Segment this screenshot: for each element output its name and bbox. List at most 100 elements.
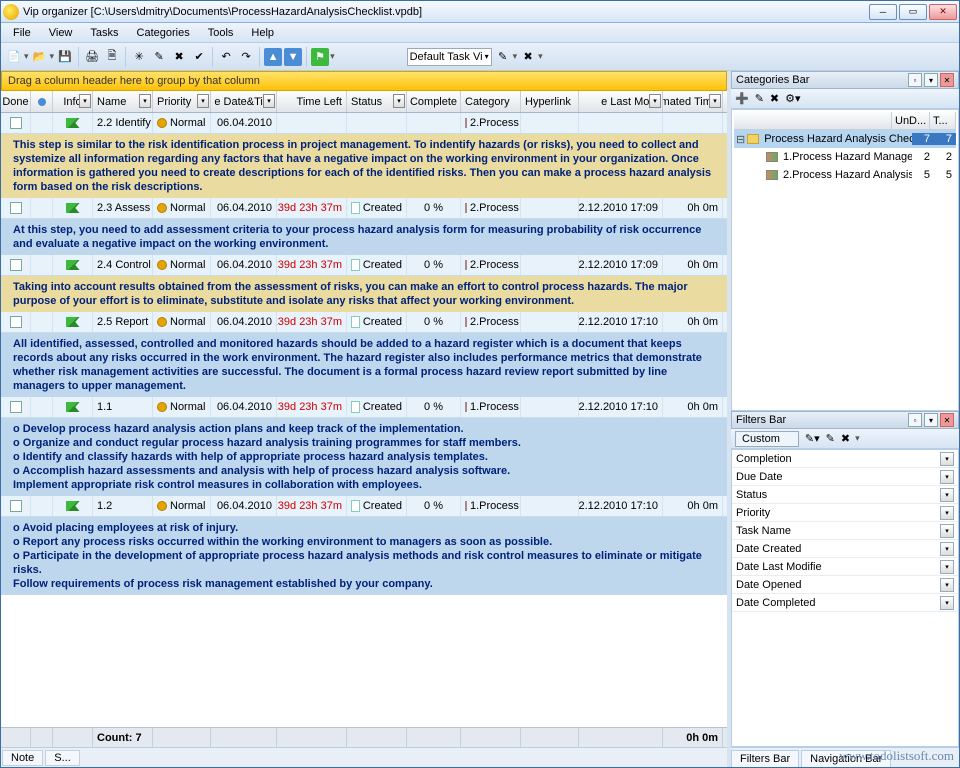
- print-preview-icon[interactable]: 🗎: [103, 48, 121, 66]
- done-checkbox[interactable]: [10, 259, 22, 271]
- col-name[interactable]: Name▾: [93, 91, 153, 112]
- col-estimated[interactable]: stimated Time▾: [663, 91, 723, 112]
- dropdown-icon[interactable]: ▾: [197, 94, 209, 108]
- col-status[interactable]: Status▾: [347, 91, 407, 112]
- edit-task-icon[interactable]: ✎: [150, 48, 168, 66]
- category-row[interactable]: ⊟Process Hazard Analysis Chec77: [734, 130, 956, 148]
- filter-row[interactable]: Date Opened▾: [732, 576, 958, 594]
- pane-close-icon[interactable]: ✕: [940, 73, 954, 87]
- dropdown-icon[interactable]: ▾: [940, 578, 954, 592]
- dropdown-icon[interactable]: ▾: [940, 452, 954, 466]
- dropdown-icon[interactable]: ▾: [709, 94, 721, 108]
- status-tab-note[interactable]: Note: [2, 750, 43, 766]
- print-icon[interactable]: 🖨: [83, 48, 101, 66]
- status-tab-s[interactable]: S...: [45, 750, 80, 766]
- col-complete[interactable]: Complete: [407, 91, 461, 112]
- filter-row[interactable]: Status▾: [732, 486, 958, 504]
- nav-down-icon[interactable]: ▼: [284, 48, 302, 66]
- dropdown-icon[interactable]: ▾: [940, 542, 954, 556]
- open-folder-icon[interactable]: 📂: [31, 48, 49, 66]
- col-info[interactable]: Info▾: [53, 91, 93, 112]
- cat-opts-icon[interactable]: ⚙▾: [785, 92, 800, 105]
- task-row[interactable]: 1.2Normal06.04.2010-239d 23h 37mCreated0…: [1, 496, 727, 517]
- filter-row[interactable]: Date Created▾: [732, 540, 958, 558]
- pane-close-icon[interactable]: ✕: [940, 413, 954, 427]
- dropdown-icon[interactable]: ▾: [940, 596, 954, 610]
- dropdown-icon[interactable]: ▾: [79, 94, 91, 108]
- done-checkbox[interactable]: [10, 316, 22, 328]
- filter-row[interactable]: Task Name▾: [732, 522, 958, 540]
- filter-row[interactable]: Date Last Modifie▾: [732, 558, 958, 576]
- col-timeleft[interactable]: Time Left: [277, 91, 347, 112]
- task-row[interactable]: 1.1Normal06.04.2010-239d 23h 37mCreated0…: [1, 397, 727, 418]
- filter-preset-select[interactable]: Custom: [735, 431, 799, 447]
- dropdown-icon[interactable]: ▾: [940, 506, 954, 520]
- filter-apply-icon[interactable]: ✎▾: [805, 432, 820, 445]
- close-button[interactable]: ✕: [929, 4, 957, 20]
- cat-edit-icon[interactable]: ✎: [755, 92, 764, 105]
- filter-row[interactable]: Priority▾: [732, 504, 958, 522]
- menu-help[interactable]: Help: [243, 25, 282, 41]
- col-done[interactable]: Done: [1, 91, 31, 112]
- col-date[interactable]: e Date&Tim▾: [211, 91, 277, 112]
- task-row[interactable]: 2.4 ControlNormal06.04.2010-239d 23h 37m…: [1, 255, 727, 276]
- menu-tasks[interactable]: Tasks: [82, 25, 126, 41]
- nav-up-icon[interactable]: ▲: [264, 48, 282, 66]
- col-category[interactable]: Category: [461, 91, 521, 112]
- delete-task-icon[interactable]: ✖: [170, 48, 188, 66]
- task-view-select[interactable]: Default Task Vi▾: [407, 48, 492, 66]
- pane-expand-icon[interactable]: ▫: [908, 413, 922, 427]
- maximize-button[interactable]: ▭: [899, 4, 927, 20]
- menu-tools[interactable]: Tools: [200, 25, 242, 41]
- redo-icon[interactable]: ↷: [237, 48, 255, 66]
- menu-view[interactable]: View: [41, 25, 81, 41]
- done-checkbox[interactable]: [10, 202, 22, 214]
- dropdown-icon[interactable]: ▾: [263, 94, 275, 108]
- task-row[interactable]: 2.3 AssessNormal06.04.2010-239d 23h 37mC…: [1, 198, 727, 219]
- menu-categories[interactable]: Categories: [129, 25, 198, 41]
- filter-clear-icon[interactable]: ✖: [841, 432, 850, 445]
- new-file-icon[interactable]: 📄: [5, 48, 23, 66]
- dropdown-icon[interactable]: ▾: [393, 94, 405, 108]
- filter-clear-icon[interactable]: ✖: [519, 48, 537, 66]
- filter-row[interactable]: Due Date▾: [732, 468, 958, 486]
- cat-del-icon[interactable]: ✖: [770, 92, 779, 105]
- categories-tree[interactable]: UnD... T... ⊟Process Hazard Analysis Che…: [731, 109, 959, 411]
- flag-icon[interactable]: ⚑: [311, 48, 329, 66]
- filters-list[interactable]: Completion▾Due Date▾Status▾Priority▾Task…: [731, 449, 959, 747]
- group-by-header[interactable]: Drag a column header here to group by th…: [1, 71, 727, 91]
- dropdown-icon[interactable]: ▾: [649, 94, 661, 108]
- new-task-icon[interactable]: ✳: [130, 48, 148, 66]
- task-row[interactable]: 2.2 IdentifyNormal06.04.20102.Process H: [1, 113, 727, 134]
- done-checkbox[interactable]: [10, 401, 22, 413]
- col-modified[interactable]: e Last Modi▾: [579, 91, 663, 112]
- filter-row[interactable]: Date Completed▾: [732, 594, 958, 612]
- tab-filters-bar[interactable]: Filters Bar: [731, 750, 799, 767]
- col-hyperlink[interactable]: Hyperlink: [521, 91, 579, 112]
- col-priority[interactable]: Priority▾: [153, 91, 211, 112]
- done-checkbox[interactable]: [10, 500, 22, 512]
- task-row[interactable]: 2.5 ReportNormal06.04.2010-239d 23h 37mC…: [1, 312, 727, 333]
- minimize-button[interactable]: ─: [869, 4, 897, 20]
- save-icon[interactable]: 💾: [56, 48, 74, 66]
- menu-file[interactable]: File: [5, 25, 39, 41]
- cat-add-icon[interactable]: ➕: [735, 92, 749, 105]
- dropdown-icon[interactable]: ▾: [940, 524, 954, 538]
- undo-icon[interactable]: ↶: [217, 48, 235, 66]
- dropdown-icon[interactable]: ▾: [940, 488, 954, 502]
- filter-edit-icon[interactable]: ✎: [826, 432, 835, 445]
- pane-pin-icon[interactable]: ▾: [924, 73, 938, 87]
- category-row[interactable]: 1.Process Hazard Managemen22: [734, 148, 956, 166]
- pane-expand-icon[interactable]: ▫: [908, 73, 922, 87]
- dropdown-icon[interactable]: ▾: [139, 94, 151, 108]
- filter-row[interactable]: Completion▾: [732, 450, 958, 468]
- dropdown-icon[interactable]: ▾: [940, 470, 954, 484]
- dropdown-icon[interactable]: ▾: [940, 560, 954, 574]
- col-flag[interactable]: [31, 91, 53, 112]
- done-checkbox[interactable]: [10, 117, 22, 129]
- category-row[interactable]: 2.Process Hazard Analysis Ste55: [734, 166, 956, 184]
- task-grid[interactable]: 2.2 IdentifyNormal06.04.20102.Process HT…: [1, 113, 727, 727]
- pane-pin-icon[interactable]: ▾: [924, 413, 938, 427]
- check-icon[interactable]: ✔: [190, 48, 208, 66]
- filter-edit-icon[interactable]: ✎: [494, 48, 512, 66]
